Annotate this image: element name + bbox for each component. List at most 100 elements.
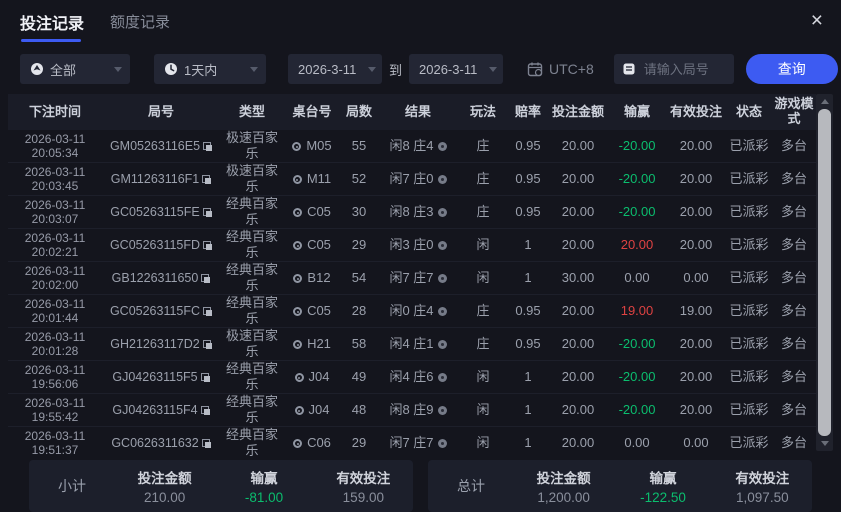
camera-icon[interactable]: [292, 142, 302, 152]
result: 闲7 庄7: [378, 261, 458, 295]
camera-icon[interactable]: [292, 175, 302, 185]
date-range-value: 1天内: [184, 62, 218, 78]
timezone-value: UTC+8: [549, 61, 594, 77]
camera-icon[interactable]: [294, 406, 304, 416]
copy-icon[interactable]: [200, 372, 210, 382]
game-id: GJ04263115F5: [102, 360, 220, 394]
column-header: 局数: [340, 94, 378, 130]
info-icon[interactable]: [437, 307, 447, 317]
end-date-picker[interactable]: 2026-3-11: [409, 54, 504, 84]
subtotal-valid-bet: 有效投注 159.00: [336, 471, 391, 505]
info-icon[interactable]: [437, 406, 447, 416]
copy-icon[interactable]: [203, 306, 213, 316]
scrollbar-thumb[interactable]: [818, 109, 831, 436]
total-box: 总计 投注金额 1,200.00 输赢 -122.50 有效投注 1,097.5…: [428, 460, 812, 512]
valid-bet: 20.00: [666, 327, 726, 361]
result: 闲4 庄6: [378, 360, 458, 394]
start-date-value: 2026-3-11: [298, 61, 357, 77]
odds: 0.95: [508, 130, 548, 163]
status: 已派彩: [726, 162, 772, 196]
game-mode: 多台: [772, 228, 816, 262]
to-label: 到: [389, 62, 403, 78]
info-icon[interactable]: [437, 439, 447, 449]
camera-icon[interactable]: [293, 274, 303, 284]
category-select[interactable]: 全部: [20, 54, 130, 84]
game-mode: 多台: [772, 294, 816, 328]
win-loss: -20.00: [608, 195, 666, 229]
camera-icon[interactable]: [294, 373, 304, 383]
column-header: 桌台号: [284, 94, 340, 130]
bet-time: 2026-03-11 20:03:07: [8, 195, 102, 229]
valid-bet: 20.00: [666, 162, 726, 196]
camera-icon[interactable]: [293, 340, 303, 350]
copy-icon[interactable]: [203, 240, 213, 250]
end-date-value: 2026-3-11: [419, 61, 478, 77]
search-input[interactable]: [641, 60, 726, 78]
game-mode: 多台: [772, 130, 816, 163]
date-range-select[interactable]: 1天内: [154, 54, 266, 84]
info-icon[interactable]: [437, 373, 447, 383]
scroll-up-icon[interactable]: [816, 94, 833, 109]
game-id: GH21263117D2: [102, 327, 220, 361]
total-bet-amount: 投注金额 1,200.00: [536, 471, 591, 505]
game-type: 经典百家乐: [220, 393, 284, 427]
records-table: 下注时间 局号 类型 桌台号 局数 结果 玩法 赔率 投注金额 输赢 有效投注 状态 游戏模式 2026…: [8, 94, 816, 459]
table-number: C05: [284, 294, 340, 328]
play-type: 庄: [458, 327, 508, 361]
info-icon[interactable]: [437, 241, 447, 251]
scrollbar[interactable]: [816, 94, 833, 451]
game-mode: 多台: [772, 162, 816, 196]
query-button[interactable]: 查询: [745, 54, 838, 84]
tab-betting-records[interactable]: 投注记录: [20, 10, 84, 42]
table-row: 2026-03-11 20:01:44 GC05263115FC 经典百家乐 C05 28…: [8, 294, 816, 328]
valid-bet: 20.00: [666, 393, 726, 427]
game-id: GC05263115FE: [102, 195, 220, 229]
bet-amount: 20.00: [548, 130, 608, 163]
info-icon[interactable]: [437, 274, 447, 284]
valid-bet: 20.00: [666, 228, 726, 262]
game-id: GC05263115FC: [102, 294, 220, 328]
table-number: J04: [284, 360, 340, 394]
result: 闲8 庄3: [378, 195, 458, 229]
info-icon[interactable]: [437, 142, 447, 152]
copy-icon[interactable]: [202, 174, 212, 184]
copy-icon[interactable]: [203, 141, 213, 151]
close-icon[interactable]: ×: [805, 10, 829, 32]
play-type: 庄: [458, 195, 508, 229]
start-date-picker[interactable]: 2026-3-11: [288, 54, 382, 84]
result: 闲7 庄0: [378, 162, 458, 196]
copy-icon[interactable]: [201, 273, 211, 283]
game-type: 经典百家乐: [220, 228, 284, 262]
timezone-selector[interactable]: UTC+8: [527, 61, 594, 77]
column-header: 类型: [220, 94, 284, 130]
table-number: B12: [284, 261, 340, 295]
result: 闲4 庄1: [378, 327, 458, 361]
column-header: 结果: [378, 94, 458, 130]
camera-icon[interactable]: [293, 439, 303, 449]
info-icon[interactable]: [437, 208, 447, 218]
copy-icon[interactable]: [200, 405, 210, 415]
status: 已派彩: [726, 228, 772, 262]
bet-amount: 30.00: [548, 261, 608, 295]
tab-quota-records[interactable]: 额度记录: [110, 11, 170, 40]
camera-icon[interactable]: [293, 241, 303, 251]
info-icon[interactable]: [437, 340, 447, 350]
copy-icon[interactable]: [202, 339, 212, 349]
game-id-search[interactable]: [613, 54, 734, 84]
win-loss: -20.00: [608, 327, 666, 361]
table-row: 2026-03-11 19:56:06 GJ04263115F5 经典百家乐 J04 49…: [8, 360, 816, 394]
column-header: 输赢: [608, 94, 666, 130]
scroll-down-icon[interactable]: [816, 436, 833, 451]
round-number: 48: [340, 393, 378, 427]
camera-icon[interactable]: [293, 307, 303, 317]
camera-icon[interactable]: [293, 208, 303, 218]
win-loss: -20.00: [608, 162, 666, 196]
titlebar: 投注记录 额度记录 ×: [0, 0, 841, 42]
table-row: 2026-03-11 19:55:42 GJ04263115F4 经典百家乐 J04 48…: [8, 393, 816, 427]
column-header: 有效投注: [666, 94, 726, 130]
copy-icon[interactable]: [202, 207, 212, 217]
info-icon[interactable]: [437, 175, 447, 185]
column-header: 状态: [726, 94, 772, 130]
odds: 1: [508, 261, 548, 295]
copy-icon[interactable]: [201, 438, 211, 448]
